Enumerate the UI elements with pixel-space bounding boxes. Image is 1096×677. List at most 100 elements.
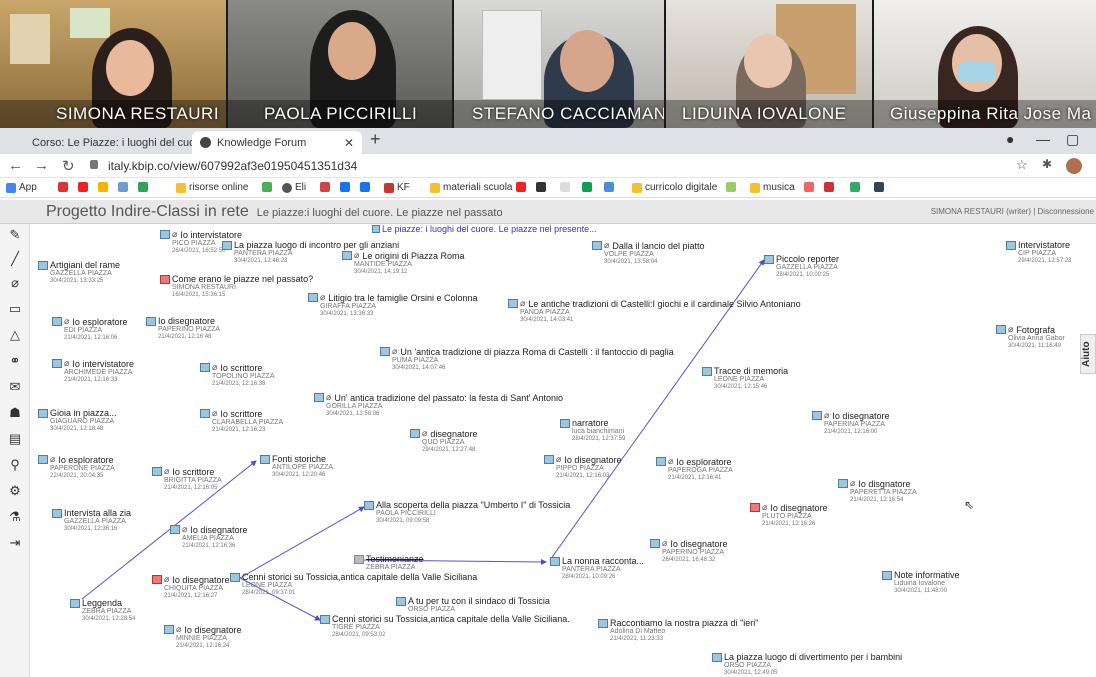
bookmark-icon[interactable] — [516, 182, 529, 192]
record-icon[interactable]: ● — [1006, 131, 1014, 147]
note[interactable]: ⌀ Io disegnatore PAPERINA PIAZZA 21/4/2021,… — [812, 410, 889, 436]
bookmark-icon[interactable] — [804, 182, 817, 192]
back-icon[interactable]: ← — [8, 157, 23, 174]
bookmark-icon[interactable] — [726, 182, 739, 192]
bookmark-icon[interactable] — [118, 182, 131, 192]
attach-icon[interactable]: ⌀ — [8, 276, 22, 290]
bookmark-eli[interactable]: Eli — [282, 182, 306, 193]
tab-corso[interactable]: Corso: Le Piazze: i luoghi del cuo ✕ — [18, 131, 205, 154]
note[interactable]: Gioia in piazza... GIAGUARO PIAZZA 30/4/20… — [38, 408, 117, 433]
close-icon[interactable]: ✕ — [344, 136, 354, 150]
note[interactable]: Intervista alla zia GAZZELLA PIAZZA 30/4/2… — [52, 508, 131, 533]
note[interactable]: ⌀ Litigio tra le famiglie Orsini e Colonn… — [308, 292, 478, 318]
note[interactable]: ⌀ Io disegnatore PAPERINO PIAZZA 26/4/2021,… — [650, 538, 727, 564]
note[interactable]: Artigiani del rame GAZZELLA PIAZZA 30/4/20… — [38, 260, 120, 285]
bookmark-icon[interactable] — [874, 182, 887, 192]
bookmark-icon[interactable] — [850, 182, 863, 192]
note[interactable]: ⌀ Un 'antica tradizione di piazza Roma di… — [380, 346, 674, 372]
note[interactable]: Leggenda ZEBRA PIAZZA 30/4/2021, 12:28:54 — [70, 598, 135, 623]
note[interactable]: Intervistatore CIP PIAZZA 29/4/2021, 12:57… — [1006, 240, 1071, 265]
bookmark-kf[interactable]: KF — [384, 182, 410, 193]
mail-icon[interactable]: ✉ — [8, 380, 22, 394]
note[interactable]: ⌀ Io disegnatore CHIQUITA PIAZZA 21/4/2021,… — [152, 574, 229, 600]
note[interactable]: Raccontiamo la nostra piazza di "ieri" Ad… — [598, 618, 758, 643]
link-icon[interactable]: ⚭ — [8, 354, 22, 368]
new-tab-button[interactable]: + — [370, 129, 381, 150]
note[interactable]: ⌀ Fotografa Olivia Anna Gabor 30/4/2021, 11… — [996, 324, 1065, 350]
bookmark-icon[interactable] — [560, 182, 573, 192]
search-icon[interactable]: ⚲ — [8, 458, 22, 472]
note[interactable]: La piazza luogo di divertimento per i ba… — [712, 652, 902, 677]
view-link[interactable]: Le piazze: i luoghi del cuore. Le piazze… — [372, 224, 597, 234]
forward-icon[interactable]: → — [34, 157, 49, 174]
participant-tile[interactable]: PAOLA PICCIRILLI — [228, 0, 452, 128]
help-tab[interactable]: Aiuto — [1080, 334, 1096, 374]
bookmark-materiali-scuola[interactable]: materiali scuola — [430, 182, 512, 193]
logout-icon[interactable]: ⇥ — [8, 536, 22, 550]
bookmark-icon[interactable] — [536, 182, 549, 192]
note[interactable]: ⌀ Io scrittore TOPOLINO PIAZZA 21/4/2021, 1… — [200, 362, 275, 388]
participant-tile[interactable]: SIMONA RESTAURI — [0, 0, 226, 128]
bookmark-icon[interactable] — [824, 182, 837, 192]
note[interactable]: Piccolo reporter GAZZELLA PIAZZA 28/4/2021… — [764, 254, 839, 279]
note[interactable]: ⌀ Dalla il lancio del piatto VOLPE PIAZZA 3… — [592, 240, 704, 266]
kf-view-canvas[interactable]: Le piazze: i luoghi del cuore. Le piazze… — [30, 224, 1096, 677]
bookmark-icon[interactable] — [262, 182, 275, 192]
bookmark-icon[interactable] — [340, 182, 353, 192]
pen-icon[interactable]: ╱ — [8, 252, 22, 266]
bookmark-apps[interactable]: App — [6, 182, 37, 193]
briefcase-icon[interactable]: ▤ — [8, 432, 22, 446]
bookmark-icon[interactable] — [320, 182, 333, 192]
window-icon[interactable]: ▭ — [8, 302, 22, 316]
users-icon[interactable]: ☗ — [8, 406, 22, 420]
drive-icon[interactable] — [582, 182, 595, 192]
note[interactable]: ⌀ Io esploratore PAPERONE PIAZZA 22/4/2021,… — [38, 454, 115, 480]
url-input[interactable]: italy.kbip.co/view/607992af3e01950451351… — [88, 157, 1068, 175]
bookmark-curricolo-digitale[interactable]: curricolo digitale — [632, 182, 717, 193]
shape-icon[interactable]: △ — [8, 328, 22, 342]
note[interactable]: ⌀ Io intervistatore ARCHIMEDE PIAZZA 21/4/2… — [52, 358, 134, 384]
gmail-icon[interactable] — [58, 182, 71, 192]
gear-icon[interactable]: ⚙ — [8, 484, 22, 498]
note[interactable]: Tracce di memoria LEONE PIAZZA 30/4/2021, … — [702, 366, 788, 391]
note[interactable]: Testimonianze ZEBRA PIAZZA — [354, 554, 424, 572]
maps-icon[interactable] — [98, 182, 111, 192]
bookmark-icon[interactable] — [138, 182, 151, 192]
flask-icon[interactable]: ⚗ — [8, 510, 22, 524]
bookmark-musica[interactable]: musica — [750, 182, 795, 193]
note[interactable]: ⌀ Io disegnatore MINNIE PIAZZA 21/4/2021, 1… — [164, 624, 241, 650]
note[interactable]: Cenni storici su Tossicia,antica capital… — [230, 572, 477, 597]
note[interactable]: Io disegnatore PAPERINO PIAZZA 21/4/2021, … — [146, 316, 220, 341]
bookmark-risorse-online[interactable]: risorse online — [176, 182, 248, 193]
note[interactable]: ⌀ disegnatore QUO PIAZZA 29/4/2021, 12:27:4… — [410, 428, 477, 454]
minimize-icon[interactable]: — — [1036, 131, 1050, 147]
reload-icon[interactable]: ↻ — [62, 157, 75, 175]
user-status[interactable]: SIMONA RESTAURI (writer) | Disconnession… — [931, 207, 1094, 216]
note[interactable]: Come erano le piazze nel passato? SIMONA … — [160, 274, 313, 299]
note[interactable]: ⌀ Io esploratore PAPEROGA PIAZZA 21/4/2021,… — [656, 456, 733, 482]
note[interactable]: ⌀ Io disgnatore PAPERETTA PIAZZA 21/4/2021,… — [838, 478, 917, 504]
tab-knowledge-forum[interactable]: Knowledge Forum ✕ — [192, 131, 362, 154]
participant-tile[interactable]: Giuseppina Rita Jose Ma — [874, 0, 1096, 128]
note[interactable]: ⌀ Io disegnatore PIPPO PIAZZA 21/4/2021, 12… — [544, 454, 621, 480]
note[interactable]: Note informative Liduina Iovalone 30/4/202… — [882, 570, 960, 595]
bookmark-icon[interactable] — [360, 182, 373, 192]
note[interactable]: La nonna racconta... PANTERA PIAZZA 28/4/2… — [550, 556, 644, 581]
bookmark-icon[interactable] — [604, 182, 617, 192]
note[interactable]: ⌀ Io scrittore CLARABELLA PIAZZA 21/4/2021,… — [200, 408, 283, 434]
note[interactable]: ⌀ Io scrittore BRIGITTA PIAZZA 21/4/2021, 1… — [152, 466, 222, 492]
maximize-icon[interactable]: ▢ — [1066, 131, 1079, 148]
note[interactable]: ⌀ Io esploratore EDI PIAZZA 21/4/2021, 12:1… — [52, 316, 127, 342]
pencil-icon[interactable]: ✎ — [8, 228, 22, 242]
note[interactable]: Cenni storici su Tossicia,antica capital… — [320, 614, 570, 639]
note[interactable]: ⌀ Io disegnatore PLUTO PIAZZA 21/4/2021, 12… — [750, 502, 827, 528]
participant-tile[interactable]: LIDUINA IOVALONE — [666, 0, 872, 128]
star-icon[interactable]: ☆ — [1016, 157, 1028, 173]
participant-tile[interactable]: STEFANO CACCIAMANI — [454, 0, 664, 128]
note[interactable]: narratore luca bianchimani 28/4/2021, 12:3… — [560, 418, 625, 443]
note[interactable]: Alla scoperta della piazza "Umberto I" d… — [364, 500, 570, 525]
avatar[interactable] — [1066, 158, 1082, 174]
note[interactable]: A tu per tu con il sindaco di Tossicia OR… — [396, 596, 550, 614]
extensions-icon[interactable]: ✱ — [1042, 157, 1052, 171]
note[interactable]: ⌀ Le antiche tradizioni di Castelli:I gio… — [508, 298, 801, 324]
